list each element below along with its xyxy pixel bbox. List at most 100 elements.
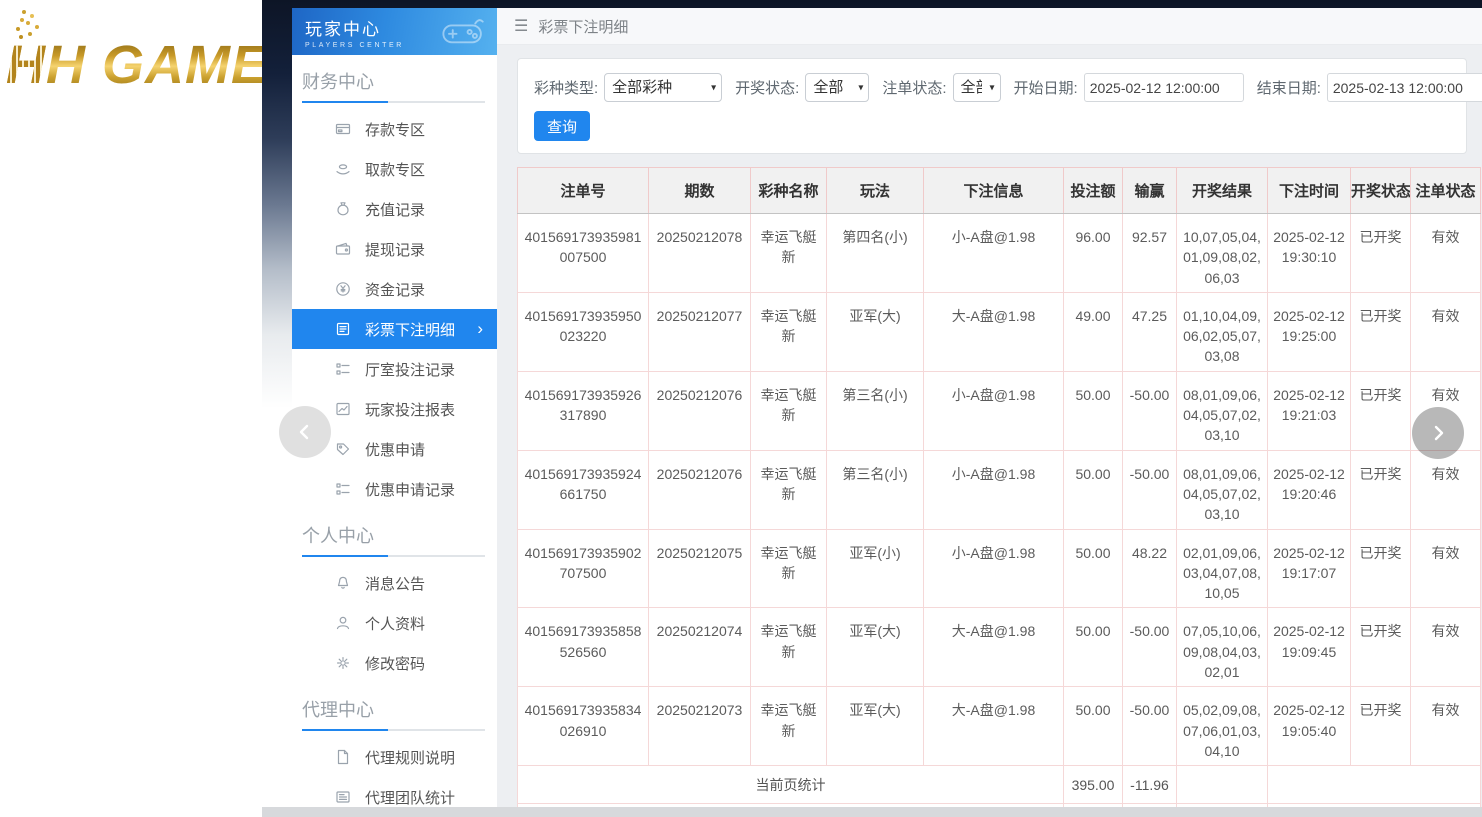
- table-row: 401569173935902707500 20250212075 幸运飞艇新 …: [518, 529, 1481, 608]
- sidebar-item[interactable]: 取款专区: [292, 149, 497, 189]
- chevron-right-icon: [1429, 424, 1447, 442]
- sidebar-item-label: 资金记录: [365, 279, 425, 300]
- draw-status-select[interactable]: 全部: [805, 73, 869, 102]
- cell-bet-info: 大-A盘@1.98: [924, 292, 1064, 371]
- cell-lottery-name: 幸运飞艇新: [751, 214, 827, 293]
- section-title-finance: 财务中心: [292, 55, 497, 94]
- bottom-scrollbar-track: [262, 807, 1482, 817]
- cell-draw-status: 已开奖: [1351, 529, 1411, 608]
- cell-bet-id: 401569173935926317890: [518, 371, 649, 450]
- sidebar-item[interactable]: 彩票下注明细: [292, 309, 497, 349]
- bell-icon: [335, 575, 351, 591]
- sidebar-item-label: 取款专区: [365, 159, 425, 180]
- sidebar-item[interactable]: 代理规则说明: [292, 737, 497, 777]
- column-header: 彩种名称: [751, 168, 827, 214]
- column-header: 注单号: [518, 168, 649, 214]
- cell-draw-result: 10,07,05,04,01,09,08,02,06,03: [1177, 214, 1268, 293]
- cell-bet-amount: 50.00: [1064, 529, 1123, 608]
- cell-bet-time: 2025-02-12 19:21:03: [1268, 371, 1351, 450]
- cell-period: 20250212073: [649, 687, 751, 766]
- cell-bet-id: 401569173935924661750: [518, 450, 649, 529]
- chevron-left-icon: [296, 423, 314, 441]
- start-date-input[interactable]: [1084, 73, 1244, 102]
- cell-bet-amount: 96.00: [1064, 214, 1123, 293]
- cell-lottery-name: 幸运飞艇新: [751, 371, 827, 450]
- column-header: 输赢: [1123, 168, 1177, 214]
- table-row: 401569173935981007500 20250212078 幸运飞艇新 …: [518, 214, 1481, 293]
- sidebar-item[interactable]: 消息公告: [292, 563, 497, 603]
- cell-bet-info: 小-A盘@1.98: [924, 450, 1064, 529]
- cell-bet-amount: 50.00: [1064, 687, 1123, 766]
- sidebar-item[interactable]: 优惠申请记录: [292, 469, 497, 509]
- cell-bet-time: 2025-02-12 19:09:45: [1268, 608, 1351, 687]
- sidebar-item-label: 优惠申请: [365, 439, 425, 460]
- promo-list-icon: [335, 481, 351, 497]
- players-center-header: 玩家中心 PLAYERS CENTER: [292, 8, 497, 55]
- cell-draw-status: 已开奖: [1351, 608, 1411, 687]
- topbar: 彩票下注明细: [497, 8, 1482, 45]
- table-row: 401569173935834026910 20250212073 幸运飞艇新 …: [518, 687, 1481, 766]
- funds-coin-icon: [335, 281, 351, 297]
- end-date-input[interactable]: [1327, 73, 1482, 102]
- menu-toggle-icon[interactable]: [514, 16, 528, 36]
- bet-detail-book-icon: [335, 321, 351, 337]
- sidebar-item-label: 代理团队统计: [365, 787, 455, 808]
- sidebar-item[interactable]: 充值记录: [292, 189, 497, 229]
- cell-play: 第三名(小): [827, 450, 924, 529]
- sidebar-item[interactable]: 个人资料: [292, 603, 497, 643]
- cell-play: 亚军(大): [827, 608, 924, 687]
- sidebar-item-label: 玩家投注报表: [365, 399, 455, 420]
- section-title-personal: 个人中心: [292, 509, 497, 548]
- cell-win-loss: -50.00: [1123, 371, 1177, 450]
- cell-order-status: 有效: [1411, 687, 1481, 766]
- cell-win-loss: 92.57: [1123, 214, 1177, 293]
- column-header: 玩法: [827, 168, 924, 214]
- column-header: 开奖结果: [1177, 168, 1268, 214]
- cell-draw-result: 08,01,09,06,04,05,07,02,03,10: [1177, 371, 1268, 450]
- carousel-next-button[interactable]: [1412, 407, 1464, 459]
- doc-icon: [335, 749, 351, 765]
- sidebar-item-label: 个人资料: [365, 613, 425, 634]
- sidebar-item[interactable]: 厅室投注记录: [292, 349, 497, 389]
- sidebar-item[interactable]: 提现记录: [292, 229, 497, 269]
- hall-bet-list-icon: [335, 361, 351, 377]
- sidebar-item-label: 厅室投注记录: [365, 359, 455, 380]
- withdraw-hand-icon: [335, 161, 351, 177]
- sidebar-item[interactable]: 修改密码: [292, 643, 497, 683]
- cell-order-status: 有效: [1411, 214, 1481, 293]
- report-chart-icon: [335, 401, 351, 417]
- start-date-label: 开始日期:: [1014, 77, 1078, 98]
- cell-period: 20250212075: [649, 529, 751, 608]
- cell-period: 20250212077: [649, 292, 751, 371]
- section-divider: [302, 729, 485, 731]
- cell-order-status: 有效: [1411, 608, 1481, 687]
- cell-bet-info: 大-A盘@1.98: [924, 687, 1064, 766]
- cell-draw-status: 已开奖: [1351, 214, 1411, 293]
- end-date-label: 结束日期:: [1257, 77, 1321, 98]
- sidebar-item-label: 优惠申请记录: [365, 479, 455, 500]
- cell-draw-status: 已开奖: [1351, 292, 1411, 371]
- order-status-select[interactable]: 全部: [953, 73, 1001, 102]
- draw-status-label: 开奖状态:: [735, 77, 799, 98]
- gamepad-icon: [441, 16, 487, 46]
- table-row: 401569173935926317890 20250212076 幸运飞艇新 …: [518, 371, 1481, 450]
- column-header: 投注额: [1064, 168, 1123, 214]
- cell-bet-id: 401569173935981007500: [518, 214, 649, 293]
- sidebar-item[interactable]: 存款专区: [292, 109, 497, 149]
- chevron-right-icon: [477, 319, 483, 339]
- recharge-bag-icon: [335, 201, 351, 217]
- sidebar-item[interactable]: 资金记录: [292, 269, 497, 309]
- search-button[interactable]: 查询: [534, 111, 590, 141]
- sidebar-item-label: 消息公告: [365, 573, 425, 594]
- cell-order-status: 有效: [1411, 450, 1481, 529]
- lottery-type-label: 彩种类型:: [534, 77, 598, 98]
- cell-lottery-name: 幸运飞艇新: [751, 292, 827, 371]
- sidebar-item-label: 存款专区: [365, 119, 425, 140]
- cell-bet-id: 401569173935834026910: [518, 687, 649, 766]
- cell-draw-status: 已开奖: [1351, 371, 1411, 450]
- carousel-prev-button[interactable]: [279, 406, 331, 458]
- cell-draw-result: 05,02,09,08,07,06,01,03,04,10: [1177, 687, 1268, 766]
- lottery-type-select[interactable]: 全部彩种: [604, 73, 722, 102]
- cell-draw-result: 01,10,04,09,06,02,05,07,03,08: [1177, 292, 1268, 371]
- cell-win-loss: 48.22: [1123, 529, 1177, 608]
